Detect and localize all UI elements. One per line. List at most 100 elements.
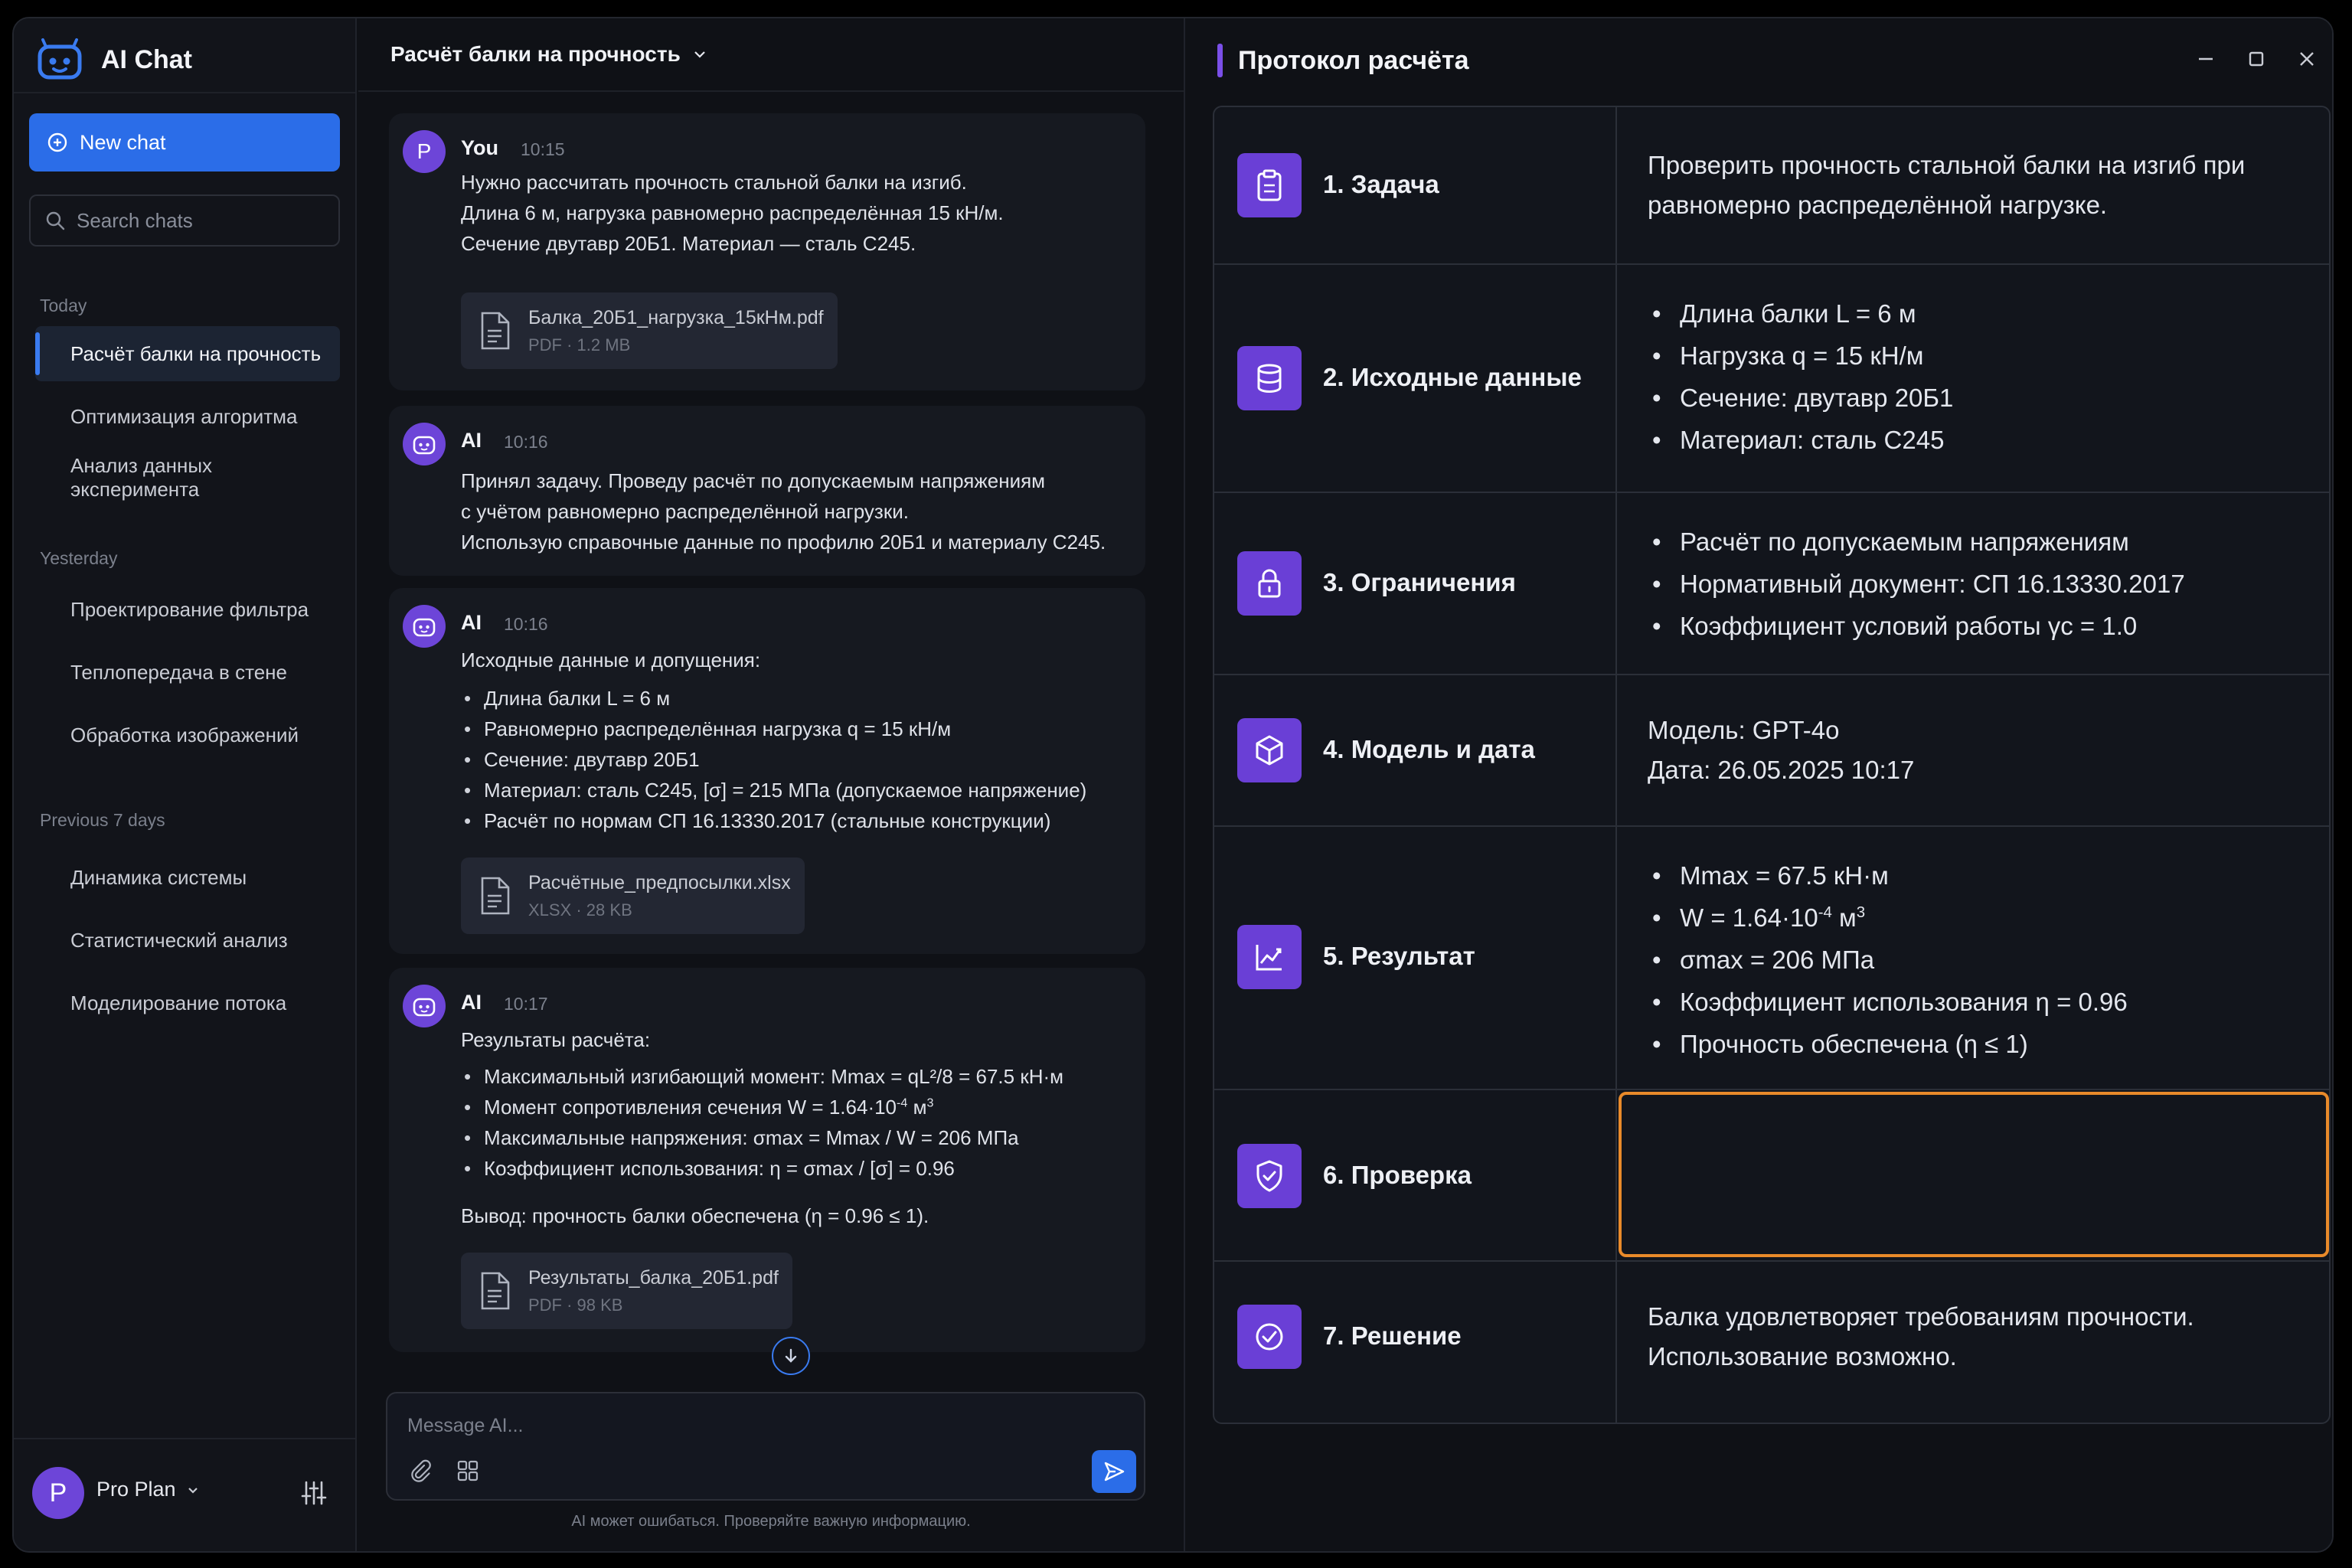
row-icon [1237, 925, 1302, 989]
list-item: Материал: сталь С245 [1648, 419, 1953, 461]
new-chat-button[interactable]: New chat [29, 113, 340, 172]
message-author: You [461, 136, 498, 159]
search-placeholder: Search chats [77, 208, 193, 232]
plan-selector[interactable]: Pro Plan [96, 1478, 201, 1501]
plus-circle-icon [47, 132, 67, 152]
avatar[interactable]: P [32, 1467, 84, 1519]
list-item: Равномерно распределённая нагрузка q = 1… [461, 714, 1086, 744]
message-time: 10:16 [504, 432, 548, 452]
row-value: Mmax = 67.5 кН·м W = 1.64·10-4 м3 σmax =… [1648, 854, 2128, 1065]
message-composer[interactable]: Message AI... [386, 1392, 1145, 1501]
maximize-icon[interactable] [2243, 46, 2269, 72]
app-name: AI Chat [101, 44, 192, 74]
message-time: 10:15 [521, 139, 565, 159]
attachment-card[interactable]: Расчётные_предпосылки.xlsx XLSX · 28 KB [461, 858, 805, 934]
text-part: W = 1.64·10 [1680, 903, 1818, 932]
scroll-down-button[interactable] [772, 1337, 810, 1375]
list-item: Расчёт по нормам СП 16.13330.2017 (сталь… [461, 805, 1086, 836]
row-icon [1237, 153, 1302, 217]
file-icon [481, 877, 510, 915]
chevron-down-icon [188, 1487, 198, 1494]
protocol-row-model: 4. Модель и дата Модель: GPT-4o Дата: 26… [1214, 675, 2329, 827]
shield-check-icon [1256, 1160, 1282, 1192]
panel-title: Протокол расчёта [1238, 45, 1469, 75]
message-author: AI [461, 991, 482, 1014]
sidebar-footer: P Pro Plan [14, 1438, 355, 1551]
message-user: P You 10:15 Нужно рассчитать прочность с… [389, 113, 1145, 390]
row-icon [1237, 346, 1302, 410]
row-icon [1237, 551, 1302, 616]
text-line: Использую справочные данные по профилю 2… [461, 531, 1106, 554]
sidebar-item-images[interactable]: Обработка изображений [35, 707, 340, 763]
lock-icon [1258, 569, 1281, 598]
protocol-panel: Протокол расчёта 1. Задача Проверить про… [1187, 18, 2332, 1551]
text-line: Сечение двутавр 20Б1. Материал — сталь С… [461, 232, 916, 255]
list-item: W = 1.64·10-4 м3 [1648, 897, 2128, 939]
paperclip-icon[interactable] [409, 1459, 432, 1482]
attachment-info: Результаты_балка_20Б1.pdf PDF · 98 KB [528, 1267, 779, 1315]
chat-title: Расчёт балки на прочность [390, 42, 681, 66]
file-icon [481, 1272, 510, 1310]
list-item: Нагрузка q = 15 кН/м [1648, 335, 1953, 377]
minimize-icon[interactable] [2193, 46, 2219, 72]
app-window: AI Chat New chat Search chats Today Расч… [12, 17, 2334, 1553]
bot-icon [413, 436, 436, 455]
attachment-meta: PDF · 1.2 MB [528, 335, 631, 354]
superscript: 3 [926, 1096, 934, 1110]
close-icon[interactable] [2294, 46, 2320, 72]
database-icon [1257, 364, 1282, 394]
sidebar-item-filter[interactable]: Проектирование фильтра [35, 582, 340, 637]
sidebar-item-heat[interactable]: Теплопередача в стене [35, 645, 340, 700]
attachment-card[interactable]: Результаты_балка_20Б1.pdf PDF · 98 KB [461, 1253, 792, 1329]
protocol-row-constraints: 3. Ограничения Расчёт по допускаемым нап… [1214, 493, 2329, 675]
row-label: 1. Задача [1323, 170, 1439, 198]
message-intro: Исходные данные и допущения: [461, 648, 761, 671]
row-header: 6. Проверка [1214, 1090, 1617, 1260]
message-intro: Результаты расчёта: [461, 1028, 651, 1051]
sidebar-item-statistics[interactable]: Статистический анализ [35, 913, 340, 968]
list-item: Материал: сталь С245, [σ] = 215 МПа (доп… [461, 775, 1086, 805]
row-header: 4. Модель и дата [1214, 675, 1617, 825]
section-label-yesterday: Yesterday [40, 548, 118, 568]
attachment-name: Расчётные_предпосылки.xlsx [528, 871, 791, 893]
row-header: 2. Исходные данные [1214, 265, 1617, 492]
grid-icon[interactable] [456, 1459, 479, 1482]
sidebar-item-experiment[interactable]: Анализ данных эксперимента [35, 450, 340, 505]
list-item: Сечение: двутавр 20Б1 [461, 744, 1086, 775]
text-part: Момент сопротивления сечения W = 1.64·10 [484, 1096, 897, 1119]
search-input[interactable]: Search chats [29, 194, 340, 247]
sidebar-item-beam-strength[interactable]: Расчёт балки на прочность [35, 326, 340, 381]
list-item: Коэффициент использования η = 0.96 [1648, 981, 2128, 1023]
row-label: 6. Проверка [1323, 1161, 1472, 1189]
send-button[interactable] [1092, 1450, 1136, 1493]
superscript: -4 [1818, 903, 1832, 921]
message-text: Исходные данные и допущения: Длина балки… [461, 645, 1086, 836]
protocol-row-task: 1. Задача Проверить прочность стальной б… [1214, 107, 2329, 265]
message-ai: AI 10:17 Результаты расчёта: Максимальны… [389, 968, 1145, 1352]
chat-title-selector[interactable]: Расчёт балки на прочность [358, 18, 1184, 92]
sliders-icon[interactable] [299, 1478, 329, 1508]
sidebar-item-dynamics[interactable]: Динамика системы [35, 850, 340, 905]
panel-header: Протокол расчёта [1217, 41, 1469, 80]
row-value: Проверить прочность стальной балки на из… [1648, 145, 2245, 225]
avatar: P [403, 130, 446, 173]
row-value: Длина балки L = 6 м Нагрузка q = 15 кН/м… [1648, 292, 1953, 461]
text-line: равномерно распределённой нагрузке. [1648, 191, 2108, 219]
text-line: Балка удовлетворяет требованиям прочност… [1648, 1302, 2194, 1331]
sidebar-item-flow[interactable]: Моделирование потока [35, 975, 340, 1031]
attachment-card[interactable]: Балка_20Б1_нагрузка_15кНм.pdf PDF · 1.2 … [461, 292, 838, 369]
attachment-name: Балка_20Б1_нагрузка_15кНм.pdf [528, 306, 824, 328]
divider [14, 92, 355, 93]
text-line: Проверить прочность стальной балки на из… [1648, 151, 2246, 179]
protocol-row-input: 2. Исходные данные Длина балки L = 6 м Н… [1214, 265, 2329, 493]
cube-icon [1256, 735, 1283, 766]
row-icon [1237, 1305, 1302, 1369]
chart-icon [1256, 945, 1282, 971]
text-line: Принял задачу. Проведу расчёт по допуска… [461, 469, 1046, 492]
attachment-meta: XLSX · 28 KB [528, 900, 632, 920]
message-conclusion: Вывод: прочность балки обеспечена (η = 0… [461, 1204, 929, 1227]
attachment-info: Балка_20Б1_нагрузка_15кНм.pdf PDF · 1.2 … [528, 307, 824, 355]
row-label: 2. Исходные данные [1323, 363, 1582, 391]
sidebar-item-algorithm[interactable]: Оптимизация алгоритма [35, 389, 340, 444]
check-value-cell[interactable] [1619, 1092, 2329, 1257]
